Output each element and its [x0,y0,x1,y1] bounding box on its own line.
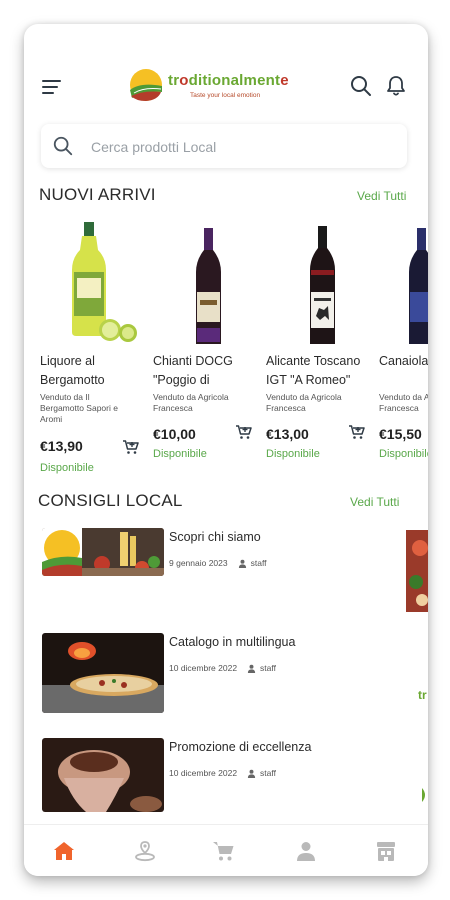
search-input-icon [53,136,73,156]
article-date: 10 dicembre 2022 [169,663,238,673]
article-card[interactable]: Scopri chi siamo 9 gennaio 2023 staff [42,528,342,608]
brand-logo[interactable]: troditionalmente Taste your local emotio… [128,68,298,108]
next-article-image-peek [406,530,428,612]
local-tips-see-all-link[interactable]: Vedi Tutti [350,495,399,509]
add-to-cart-icon[interactable] [348,424,366,440]
product-image [196,228,221,344]
search-input[interactable] [89,132,393,162]
product-card[interactable]: Canaiola Toscano Venduto da Agricola Fra… [379,220,428,490]
app-screen: troditionalmente Taste your local emotio… [24,24,428,876]
logo-mark-icon [130,69,162,101]
article-image [42,528,164,576]
article-card[interactable]: Catalogo in multilingua 10 dicembre 2022… [42,633,342,713]
article-date: 10 dicembre 2022 [169,768,238,778]
product-availability: Disponibile [153,448,207,460]
local-tips-title: CONSIGLI LOCAL [38,491,183,510]
cart-icon[interactable] [212,839,236,863]
new-arrivals-carousel[interactable]: Liquore al Bergamotto Venduto da Il Berg… [40,220,428,490]
article-author: staff [260,663,276,673]
product-availability: Disponibile [266,448,320,460]
search-icon[interactable] [349,74,373,98]
product-price: €15,50 [379,426,422,442]
new-arrivals-title: NUOVI ARRIVI [39,185,156,204]
product-price: €13,90 [40,438,83,454]
home-icon[interactable] [52,839,76,863]
add-to-cart-icon[interactable] [122,439,140,455]
article-image [42,633,164,713]
product-seller: Venduto da Agricola Francesca [153,392,229,413]
user-icon [247,664,256,673]
article-title: Promozione di eccellenza [169,740,312,754]
user-icon [238,559,246,568]
product-image [310,226,335,344]
product-seller: Venduto da Il Bergamotto Sapori e Aromi [40,392,118,424]
article-title: Catalogo in multilingua [169,635,296,649]
product-name: Alicante Toscano IGT "A Romeo" [266,354,361,387]
hamburger-menu-icon[interactable] [42,77,64,95]
bottom-navigation [24,824,428,876]
product-availability: Disponibile [40,462,94,474]
article-author: staff [260,768,276,778]
store-icon[interactable] [374,839,398,863]
next-article-leaf-peek [422,788,425,802]
user-icon[interactable] [294,839,318,863]
product-price: €13,00 [266,426,309,442]
map-pin-icon[interactable] [133,839,157,863]
new-arrivals-see-all-link[interactable]: Vedi Tutti [357,189,406,203]
article-author: staff [250,558,267,568]
add-to-cart-icon[interactable] [235,424,253,440]
notification-bell-icon[interactable] [384,74,408,98]
article-meta: 9 gennaio 2023 staff [169,558,267,568]
product-image [409,228,428,344]
product-name: Canaiola Toscano [379,354,428,368]
product-card[interactable]: Alicante Toscano IGT "A Romeo" Venduto d… [266,220,376,490]
logo-tagline: Taste your local emotion [190,92,261,99]
product-availability: Disponibile [379,448,428,460]
next-article-logo-peek: tr [418,688,427,702]
product-seller: Venduto da Agricola Francesca [379,392,428,413]
article-card[interactable]: Promozione di eccellenza 10 dicembre 202… [42,738,342,818]
product-card[interactable]: Chianti DOCG "Poggio di Venduto da Agric… [153,220,263,490]
product-name: Liquore al Bergamotto [40,354,105,387]
product-seller: Venduto da Agricola Francesca [266,392,342,413]
app-header: troditionalmente Taste your local emotio… [24,24,428,134]
product-image [72,222,137,342]
article-date: 9 gennaio 2023 [169,558,228,568]
article-meta: 10 dicembre 2022 staff [169,663,276,673]
product-price: €10,00 [153,426,196,442]
article-image [42,738,164,812]
article-title: Scopri chi siamo [169,530,261,544]
search-bar [41,124,407,168]
article-meta: 10 dicembre 2022 staff [169,768,276,778]
user-icon [247,769,256,778]
logo-wordmark: troditionalmente [168,72,289,89]
product-name: Chianti DOCG "Poggio di [153,354,233,387]
product-card[interactable]: Liquore al Bergamotto Venduto da Il Berg… [40,220,150,490]
